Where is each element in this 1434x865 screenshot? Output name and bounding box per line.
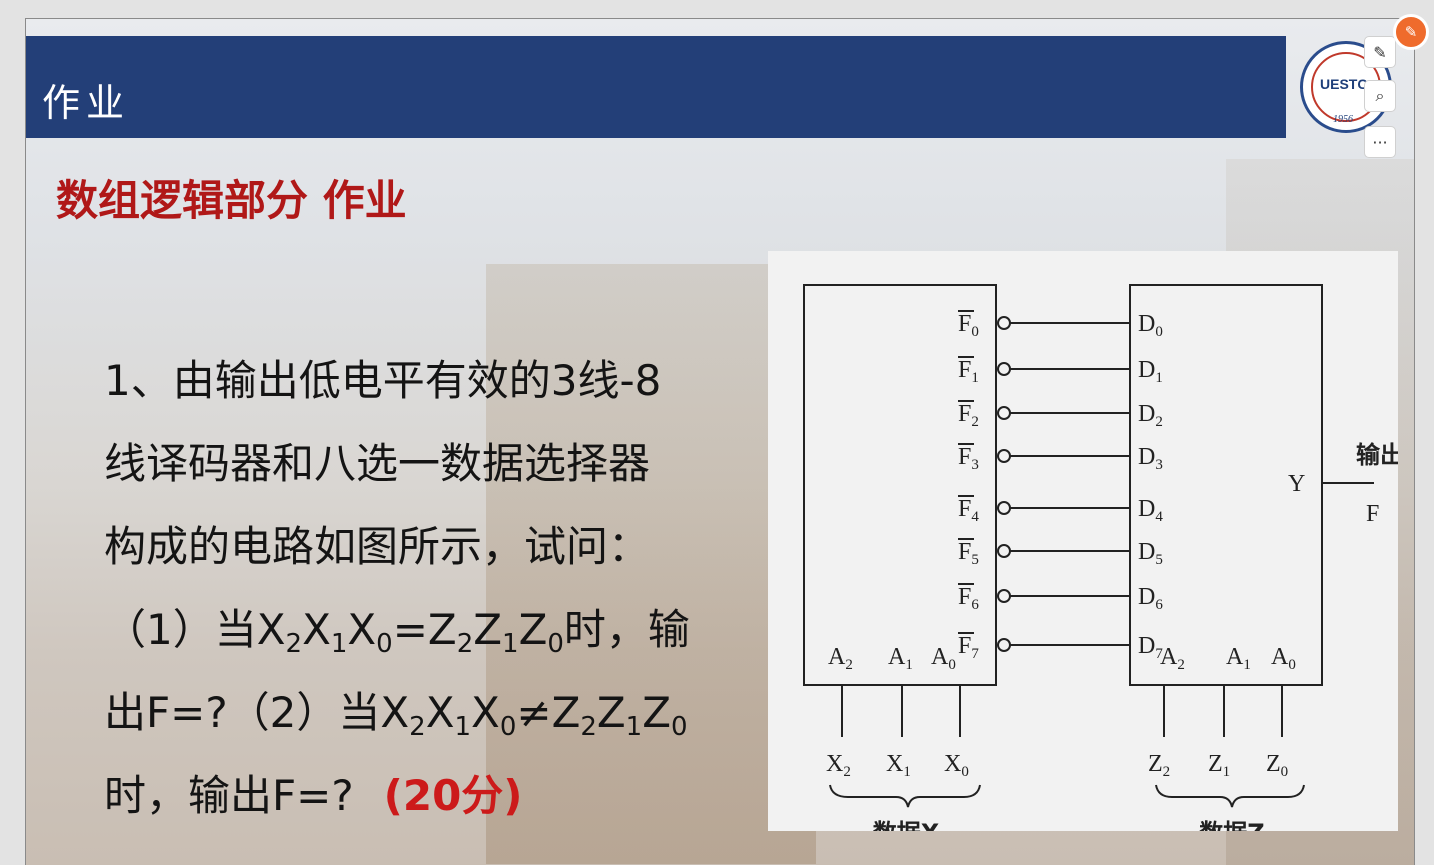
floating-action-badge[interactable]: ✎: [1393, 14, 1429, 50]
inverter-bubble-2: [997, 406, 1011, 420]
mux-input-label-1: D1: [1138, 357, 1163, 386]
decoder-output-label-2: F2: [958, 401, 979, 430]
decoder-output-label-3: F3: [958, 444, 979, 473]
q4-t2: 2: [456, 629, 474, 659]
search-image-button[interactable]: ⌕: [1364, 80, 1396, 112]
q5-s1: 1: [454, 712, 472, 742]
mux-input-label-2: D2: [1138, 401, 1163, 430]
z-group-brace: [1155, 784, 1305, 808]
x-input-label-0: X2: [826, 751, 851, 780]
x-group-brace: [829, 784, 981, 808]
z-input-label-0: Z2: [1148, 751, 1170, 780]
q4-x0: X: [347, 605, 377, 654]
question-line-1: 1、由输出低电平有效的3线-8: [104, 356, 662, 405]
mux-input-label-5: D5: [1138, 539, 1163, 568]
decoder-addr-label-2: A0: [931, 644, 956, 673]
mux-input-label-6: D6: [1138, 584, 1163, 613]
mux-addr-label-1: A1: [1226, 644, 1251, 673]
q4-s2: 2: [285, 629, 303, 659]
mux-input-label-0: D0: [1138, 311, 1163, 340]
decoder-output-label-6: F6: [958, 584, 979, 613]
decoder-box: [803, 284, 997, 686]
q5-s2: 2: [409, 712, 426, 742]
q4-x2: X: [256, 605, 286, 654]
q5-t1: 1: [625, 712, 643, 742]
more-options-button[interactable]: ···: [1364, 126, 1396, 158]
pen-icon: ✎: [1404, 23, 1418, 41]
decoder-output-label-1: F1: [958, 357, 979, 386]
mux-input-label-3: D3: [1138, 444, 1163, 473]
q5-z1: Z: [596, 688, 626, 737]
q4-t0: 0: [547, 629, 564, 659]
question-line-6: 时，输出F=? (20分): [104, 754, 764, 837]
q5-t2: 2: [580, 712, 597, 742]
decoder-output-label-7: F7: [958, 633, 979, 662]
q4-eq: =: [392, 605, 428, 654]
decoder-output-label-5: F5: [958, 539, 979, 568]
x-input-label-2: X0: [944, 751, 969, 780]
inverter-bubble-6: [997, 589, 1011, 603]
slide-subtitle: 数组逻辑部分 作业: [56, 176, 407, 225]
question-line-5: 出F=?（2）当X2X1X0≠Z2Z1Z0: [104, 671, 764, 754]
title-bar: 作业: [26, 36, 1286, 138]
q5-s0: 0: [499, 712, 517, 742]
q5-x2: X: [380, 688, 410, 737]
q4-prefix: （1）当: [104, 605, 257, 654]
more-icon: ···: [1372, 132, 1388, 152]
question-line-2: 线译码器和八选一数据选择器: [104, 439, 651, 488]
q4-z0: Z: [518, 605, 548, 654]
q6-text: 时，输出F=?: [104, 771, 354, 820]
inverter-bubble-0: [997, 316, 1011, 330]
q5-neq: ≠: [516, 688, 552, 737]
circuit-diagram: F0 D0F1 D1F2 D2F3 D3F4 D4F5 D5F6 D6F7 D7A2 A1 A0 A2…: [803, 284, 1398, 831]
decoder-addr-label-1: A1: [888, 644, 913, 673]
logo-year: 1956: [1333, 114, 1353, 125]
output-f-label: F: [1366, 501, 1379, 527]
edit-image-button[interactable]: ✎: [1364, 36, 1396, 68]
decoder-addr-label-0: A2: [828, 644, 853, 673]
q5-x0: X: [471, 688, 500, 737]
inverter-bubble-7: [997, 638, 1011, 652]
mux-input-label-4: D4: [1138, 496, 1163, 525]
q5-z0: Z: [642, 688, 671, 737]
decoder-output-label-0: F0: [958, 311, 979, 340]
question-line-3: 构成的电路如图所示，试问：: [104, 522, 651, 571]
slide: 作业 UESTC 1956 数组逻辑部分 作业 1、由输出低电平有效的3线-8 …: [25, 18, 1415, 865]
output-label: 输出: [1356, 441, 1398, 469]
q5-prefix: 出F=?（2）当: [104, 688, 381, 737]
x-input-label-1: X1: [886, 751, 911, 780]
edit-icon: ✎: [1373, 42, 1387, 62]
q4-suffix: 时，输: [563, 605, 690, 654]
q4-x1: X: [302, 605, 331, 654]
q4-z2: Z: [427, 605, 457, 654]
mux-output-y-label: Y: [1288, 471, 1305, 497]
mux-addr-label-2: A0: [1271, 644, 1296, 673]
logo-text: UESTC: [1320, 76, 1368, 92]
q4-t1: 1: [502, 629, 519, 659]
z-group-label: 数据Z: [1199, 819, 1264, 831]
x-group-label: 数据X: [873, 819, 940, 831]
slide-title: 作业: [42, 81, 131, 125]
inverter-bubble-4: [997, 501, 1011, 515]
search-icon: ⌕: [1375, 86, 1385, 105]
z-input-label-1: Z1: [1208, 751, 1230, 780]
q5-t0: 0: [671, 712, 688, 742]
decoder-output-label-4: F4: [958, 496, 979, 525]
q5-x1: X: [425, 688, 455, 737]
q5-z2: Z: [551, 688, 581, 737]
score-badge: (20分): [383, 771, 523, 820]
circuit-figure: F0 D0 F1 D1 F2 D2 F3 D3 F4 D4 F5 D5 F6 D6 F7 D7 A2 A1 A0 A2…: [768, 251, 1398, 831]
mux-addr-label-0: A2: [1160, 644, 1185, 673]
inverter-bubble-5: [997, 544, 1011, 558]
q4-s1: 1: [330, 629, 348, 659]
q4-z1: Z: [473, 605, 503, 654]
question-line-4: （1）当X2X1X0=Z2Z1Z0时，输: [104, 588, 764, 671]
q4-s0: 0: [376, 629, 393, 659]
question-text: 1、由输出低电平有效的3线-8 线译码器和八选一数据选择器 构成的电路如图所示，…: [104, 339, 764, 837]
inverter-bubble-3: [997, 449, 1011, 463]
inverter-bubble-1: [997, 362, 1011, 376]
z-input-label-2: Z0: [1266, 751, 1288, 780]
